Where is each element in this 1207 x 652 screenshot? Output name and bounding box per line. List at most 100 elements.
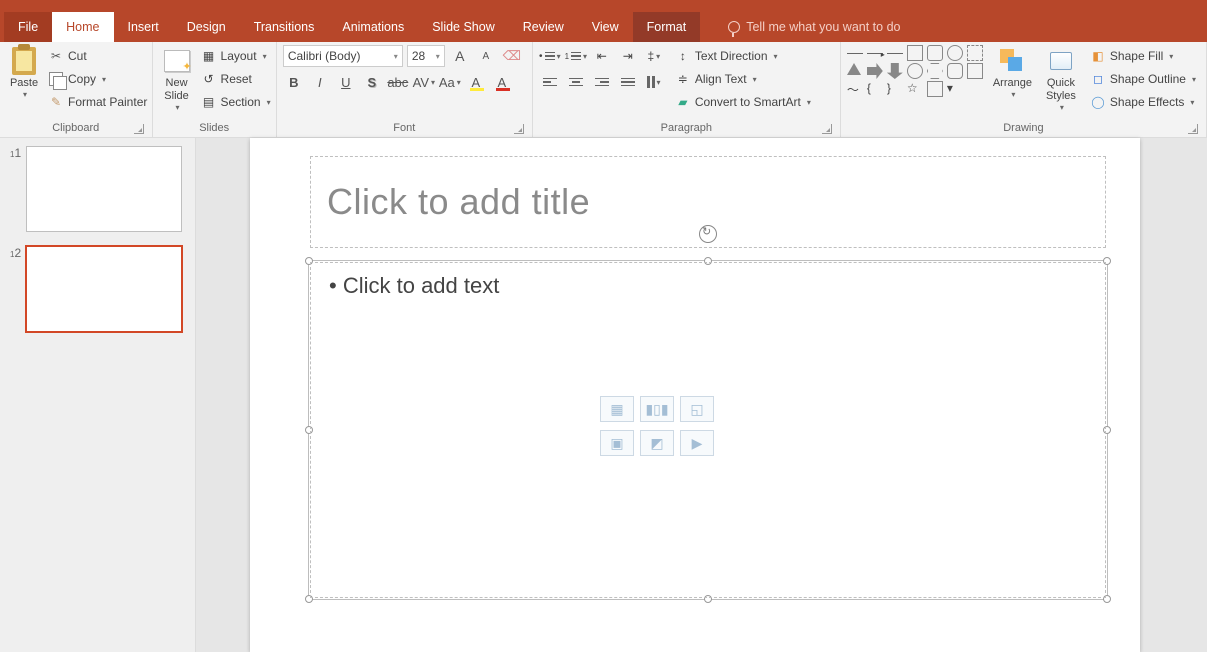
insert-chart-icon[interactable]: ▮▯▮: [640, 396, 674, 422]
shape-line[interactable]: [847, 53, 863, 61]
insert-video-icon[interactable]: ▶: [680, 430, 714, 456]
workspace: 1 2 Click to add title: [0, 138, 1207, 652]
text-shadow-button[interactable]: S: [361, 71, 383, 93]
tab-slideshow[interactable]: Slide Show: [418, 12, 509, 42]
font-dialog-launcher[interactable]: [514, 124, 524, 134]
shape-rectangle[interactable]: [907, 45, 923, 61]
shape-triangle[interactable]: [847, 63, 861, 75]
shape-more[interactable]: ▾: [947, 81, 963, 97]
shape-rounded-rect[interactable]: [927, 45, 943, 61]
bold-button[interactable]: B: [283, 71, 305, 93]
align-center-button[interactable]: [565, 71, 587, 93]
shape-connector[interactable]: [887, 53, 903, 61]
reset-button[interactable]: ↺Reset: [197, 68, 275, 90]
char-spacing-button[interactable]: AV: [413, 71, 435, 93]
shape-banner[interactable]: [927, 81, 943, 97]
tab-format[interactable]: Format: [633, 12, 701, 42]
tab-design[interactable]: Design: [173, 12, 240, 42]
shape-curve[interactable]: ～: [847, 81, 863, 97]
font-name-combo[interactable]: Calibri (Body)▾: [283, 45, 403, 67]
shape-arrow-line[interactable]: ▸: [867, 53, 883, 61]
change-case-button[interactable]: Aa: [439, 71, 461, 93]
increase-indent-button[interactable]: ⇥: [617, 45, 639, 67]
tell-me-search[interactable]: Tell me what you want to do: [714, 12, 914, 42]
paste-button[interactable]: Paste: [6, 45, 42, 102]
shape-outline-button[interactable]: ◻Shape Outline: [1086, 68, 1200, 90]
shape-arrow-down[interactable]: [887, 63, 903, 79]
strikethrough-button[interactable]: abc: [387, 71, 409, 93]
decrease-indent-button[interactable]: ⇤: [591, 45, 613, 67]
thumbnail-item: 1: [10, 146, 185, 232]
arrange-button[interactable]: Arrange: [989, 45, 1036, 102]
cut-button[interactable]: ✂Cut: [44, 45, 151, 67]
scissors-icon: ✂: [48, 48, 64, 64]
insert-picture-icon[interactable]: ▣: [600, 430, 634, 456]
shape-fill-button[interactable]: ◧Shape Fill: [1086, 45, 1200, 67]
numbering-button[interactable]: [565, 45, 587, 67]
drawing-dialog-launcher[interactable]: [1188, 124, 1198, 134]
arrange-icon: [998, 47, 1026, 75]
clipboard-dialog-launcher[interactable]: [134, 124, 144, 134]
quick-styles-button[interactable]: Quick Styles: [1042, 45, 1080, 115]
tab-file[interactable]: File: [4, 12, 52, 42]
highlight-button[interactable]: A: [465, 71, 487, 93]
shape-star[interactable]: ☆: [907, 81, 923, 97]
brush-icon: ✎: [48, 94, 64, 110]
bullets-button[interactable]: [539, 45, 561, 67]
shape-rbrace[interactable]: }: [887, 81, 903, 97]
tab-animations[interactable]: Animations: [328, 12, 418, 42]
shape-lbrace[interactable]: {: [867, 81, 883, 97]
tab-transitions[interactable]: Transitions: [240, 12, 329, 42]
text-direction-button[interactable]: ↕Text Direction: [671, 45, 815, 67]
tab-review[interactable]: Review: [509, 12, 578, 42]
insert-online-picture-icon[interactable]: ◩: [640, 430, 674, 456]
columns-button[interactable]: [643, 71, 665, 93]
shape-oval[interactable]: [947, 45, 963, 61]
shape-arrow-right[interactable]: [867, 63, 883, 79]
align-right-button[interactable]: [591, 71, 613, 93]
line-spacing-button[interactable]: ‡: [643, 45, 665, 67]
font-color-button[interactable]: A: [491, 71, 513, 93]
align-text-button[interactable]: ≑Align Text: [671, 68, 815, 90]
tab-home[interactable]: Home: [52, 12, 113, 42]
insert-table-icon[interactable]: ▦: [600, 396, 634, 422]
grow-font-button[interactable]: A: [449, 45, 471, 67]
shape-effects-button[interactable]: ◯Shape Effects: [1086, 91, 1200, 113]
convert-smartart-button[interactable]: ▰Convert to SmartArt: [671, 91, 815, 113]
layout-button[interactable]: ▦Layout: [197, 45, 275, 67]
shape-callout[interactable]: [947, 63, 963, 79]
format-painter-button[interactable]: ✎Format Painter: [44, 91, 151, 113]
title-bar: [0, 0, 1207, 12]
slide-thumbnail-2[interactable]: [26, 246, 182, 332]
underline-button[interactable]: U: [335, 71, 357, 93]
lightbulb-icon: [728, 21, 740, 33]
group-drawing: ▸ ～ { } ☆ ▾: [841, 42, 1207, 137]
shape-smiley[interactable]: [907, 63, 923, 79]
align-left-button[interactable]: [539, 71, 561, 93]
slide: Click to add title Click to add text ▦ ▮…: [250, 138, 1140, 652]
copy-button[interactable]: Copy: [44, 68, 151, 90]
slide-canvas[interactable]: Click to add title Click to add text ▦ ▮…: [196, 138, 1207, 652]
rotate-handle[interactable]: [699, 225, 717, 243]
layout-icon: ▦: [201, 48, 217, 64]
body-placeholder-text: Click to add text: [329, 273, 1087, 299]
new-slide-button[interactable]: New Slide: [159, 45, 195, 115]
paste-icon: [12, 47, 36, 75]
tab-insert[interactable]: Insert: [114, 12, 173, 42]
section-button[interactable]: ▤Section: [197, 91, 275, 113]
insert-smartart-icon[interactable]: ◱: [680, 396, 714, 422]
effects-icon: ◯: [1090, 94, 1106, 110]
shape-hexagon[interactable]: [927, 63, 943, 79]
font-size-combo[interactable]: 28▾: [407, 45, 445, 67]
shrink-font-button[interactable]: A: [475, 45, 497, 67]
italic-button[interactable]: I: [309, 71, 331, 93]
smartart-icon: ▰: [675, 94, 691, 110]
shapes-gallery[interactable]: ▸ ～ { } ☆ ▾: [847, 45, 983, 97]
tab-view[interactable]: View: [578, 12, 633, 42]
shape-textbox[interactable]: [967, 45, 983, 61]
slide-thumbnail-1[interactable]: [26, 146, 182, 232]
paragraph-dialog-launcher[interactable]: [822, 124, 832, 134]
shape-action[interactable]: [967, 63, 983, 79]
clear-formatting-button[interactable]: ⌫: [501, 45, 523, 67]
justify-button[interactable]: [617, 71, 639, 93]
